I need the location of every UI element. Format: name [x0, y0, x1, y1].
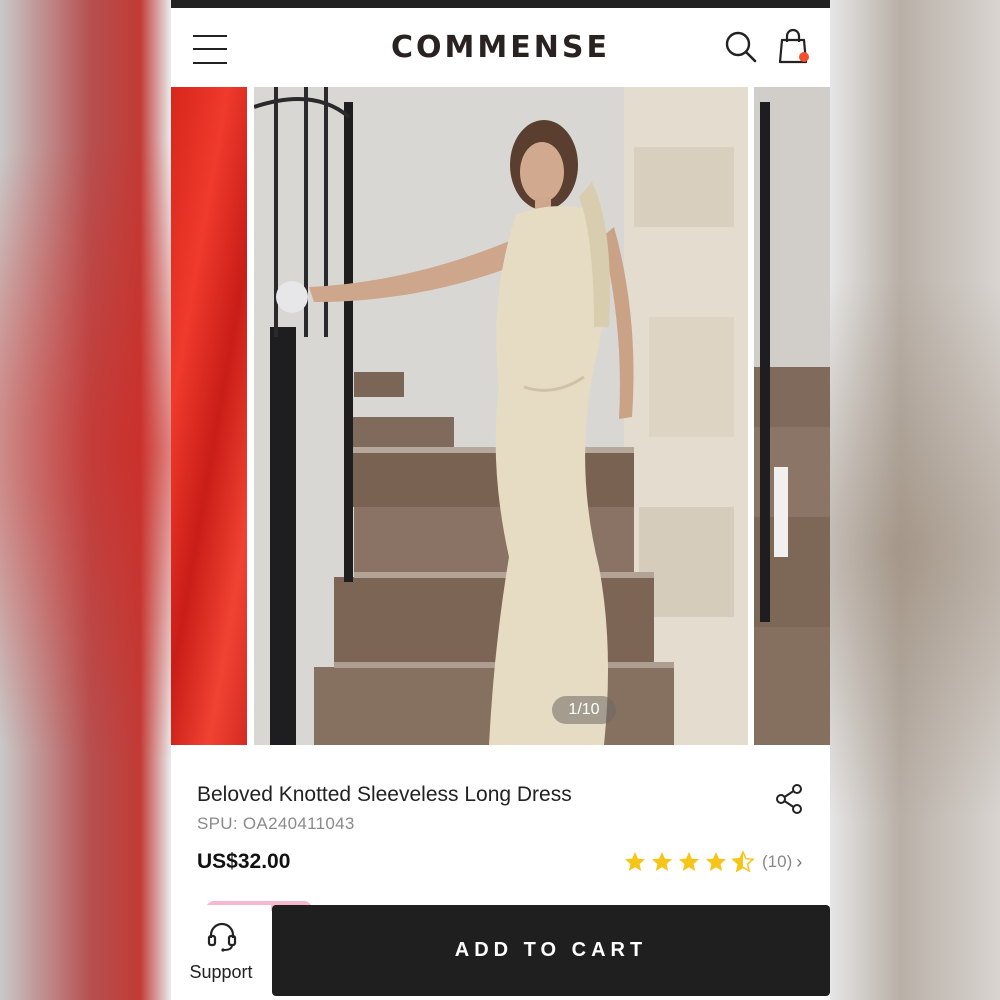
support-label: Support	[189, 962, 253, 982]
rating-summary[interactable]: (10) ›	[623, 849, 802, 875]
share-icon[interactable]	[774, 783, 804, 815]
status-bar	[171, 0, 830, 8]
star-icon	[625, 852, 645, 871]
half-star-icon	[731, 850, 755, 873]
next-slide-image[interactable]	[754, 87, 830, 745]
image-counter: 1/10	[552, 696, 616, 724]
star-icon	[706, 852, 726, 871]
product-main-image[interactable]: 1/10	[254, 87, 748, 745]
cart-badge-dot	[799, 52, 809, 62]
review-count: (10)	[762, 852, 793, 871]
phone-screen: COMMENSE 1/10 Beloved Knotted Sleeveless…	[171, 0, 830, 1000]
chevron-right-icon: ›	[796, 851, 803, 872]
site-header: COMMENSE	[171, 18, 830, 82]
star-icon	[652, 852, 672, 871]
previous-slide-image[interactable]	[171, 87, 247, 745]
star-icon	[679, 852, 699, 871]
shopping-bag-icon[interactable]	[776, 28, 812, 66]
support-button[interactable]: Support	[171, 905, 271, 1000]
search-icon[interactable]	[724, 30, 758, 64]
product-price: US$32.00	[197, 850, 291, 873]
product-image-carousel[interactable]: 1/10	[171, 87, 830, 745]
product-spu: SPU: OA240411043	[197, 814, 355, 833]
add-to-cart-button[interactable]: ADD TO CART	[272, 905, 830, 996]
bottom-action-bar: Support ADD TO CART	[171, 905, 830, 1000]
product-title: Beloved Knotted Sleeveless Long Dress	[197, 783, 572, 806]
headset-icon	[207, 922, 237, 952]
